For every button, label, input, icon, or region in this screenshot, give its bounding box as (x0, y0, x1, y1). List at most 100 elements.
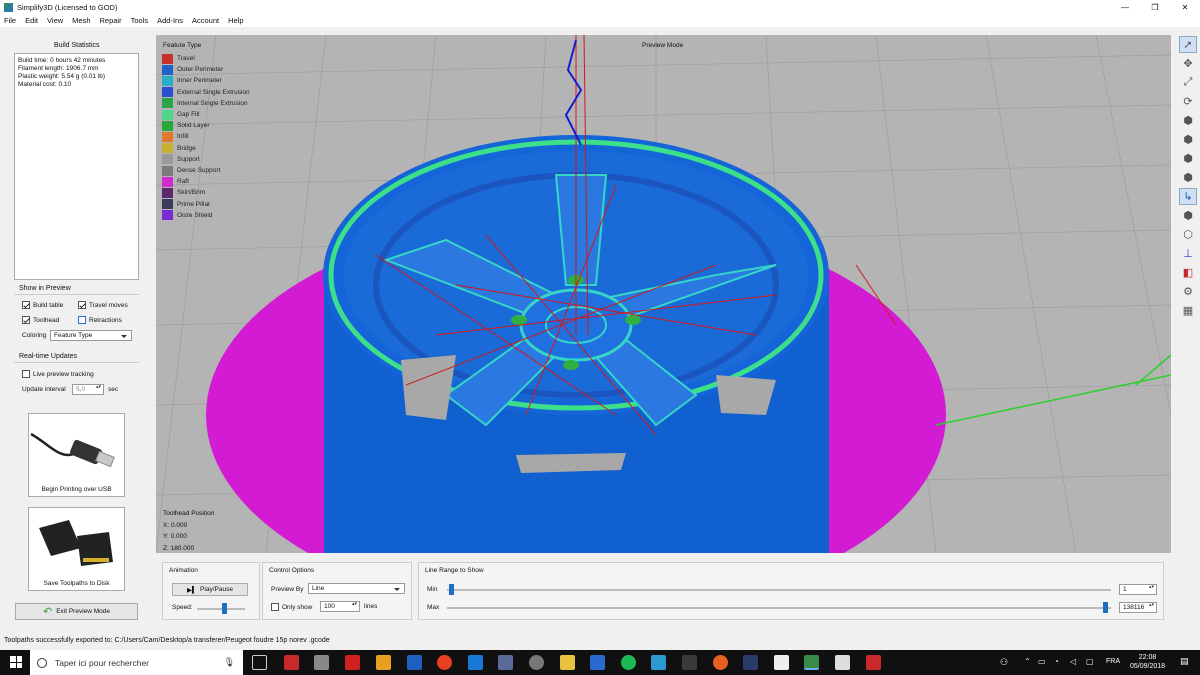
min-slider[interactable] (447, 589, 1111, 591)
battery-icon[interactable]: ▭ (1038, 657, 1046, 666)
store-icon[interactable] (590, 655, 605, 670)
mail-icon[interactable] (774, 655, 789, 670)
bottom-view-icon[interactable]: ⬢ (1179, 207, 1197, 224)
legend-item: Dense Support (162, 165, 250, 176)
simplify3d-taskbar-icon[interactable] (804, 655, 819, 670)
app-gray-icon[interactable] (314, 655, 329, 670)
task-view-icon[interactable] (252, 655, 267, 670)
close-button[interactable]: ✕ (1170, 0, 1200, 14)
max-slider-handle[interactable] (1103, 602, 1108, 613)
chrome-icon[interactable] (437, 655, 452, 670)
view-iso-icon[interactable]: ⬢ (1179, 112, 1197, 129)
layers-icon[interactable]: ▦ (1179, 302, 1197, 319)
app-3d-icon[interactable] (498, 655, 513, 670)
save-toolpaths-label: Save Toolpaths to Disk (43, 580, 110, 587)
retractions-checkbox[interactable]: Retractions (78, 316, 122, 324)
select-cursor-icon[interactable]: ➚ (1179, 36, 1197, 53)
menu-view[interactable]: View (47, 16, 63, 25)
maximize-button[interactable]: ❐ (1140, 0, 1170, 14)
volume-icon[interactable]: ◁ (1070, 657, 1076, 666)
menu-help[interactable]: Help (228, 16, 243, 25)
menu-add-ins[interactable]: Add-Ins (157, 16, 183, 25)
app-n-icon[interactable] (376, 655, 391, 670)
app-photo-icon[interactable] (651, 655, 666, 670)
tray-chevron-icon[interactable]: ⌃ (1024, 657, 1031, 666)
exit-preview-button[interactable]: ↶ Exit Preview Mode (15, 603, 138, 620)
travel-moves-checkbox[interactable]: Travel moves (78, 301, 128, 309)
app-white-icon[interactable] (835, 655, 850, 670)
zoom-icon[interactable]: ⤢ (1179, 74, 1197, 91)
control-options-group: Control Options Preview By Line Only sho… (262, 562, 412, 620)
move-icon[interactable]: ✥ (1179, 55, 1197, 72)
clock-time: 22:08 (1138, 654, 1157, 661)
legend-item: External Single Extrusion (162, 87, 250, 98)
3d-viewport[interactable] (156, 35, 1171, 553)
wireframe-icon[interactable]: ⬡ (1179, 226, 1197, 243)
interval-input[interactable]: 5,0 (72, 384, 104, 395)
app-c-icon[interactable] (529, 655, 544, 670)
axis-z-icon[interactable]: ⊥ (1179, 245, 1197, 262)
speed-label: Speed: (172, 604, 193, 611)
only-show-checkbox[interactable]: Only show (271, 603, 312, 611)
menu-edit[interactable]: Edit (25, 16, 38, 25)
menu-tools[interactable]: Tools (131, 16, 149, 25)
cross-section-icon[interactable]: ◧ (1179, 264, 1197, 281)
legend-item: Outer Perimeter (162, 64, 250, 75)
firefox-icon[interactable] (713, 655, 728, 670)
preview-by-select[interactable]: Line (308, 583, 405, 594)
line-range-group: Line Range to Show Min 1 Max 138116 (418, 562, 1164, 620)
app-red-icon[interactable] (284, 655, 299, 670)
windows-start-icon[interactable] (10, 656, 22, 668)
menu-mesh[interactable]: Mesh (72, 16, 90, 25)
view-top-icon[interactable]: ⬢ (1179, 169, 1197, 186)
sd-card-icon (39, 520, 113, 566)
clock[interactable]: 22:08 05/09/2018 (1130, 653, 1165, 671)
max-slider[interactable] (447, 607, 1111, 609)
axes-icon[interactable]: ↳ (1179, 188, 1197, 205)
menu-file[interactable]: File (4, 16, 16, 25)
view-front-icon[interactable]: ⬢ (1179, 131, 1197, 148)
people-icon[interactable]: ⚇ (1000, 657, 1008, 668)
legend-item: Support (162, 154, 250, 165)
coloring-select[interactable]: Feature Type (50, 330, 132, 341)
toolhead-checkbox[interactable]: Toolhead (22, 316, 59, 324)
save-toolpaths-button[interactable]: Save Toolpaths to Disk (28, 507, 125, 591)
rotate-icon[interactable]: ⟳ (1179, 93, 1197, 110)
speed-slider-handle[interactable] (222, 603, 227, 614)
app-icon (4, 2, 13, 12)
language-indicator[interactable]: FRA (1106, 658, 1120, 665)
menu-repair[interactable]: Repair (100, 16, 122, 25)
coloring-label: Coloring (22, 332, 47, 339)
usb-print-button[interactable]: Begin Printing over USB (28, 413, 125, 497)
app-red2-icon[interactable] (866, 655, 881, 670)
legend-item: Solid Layer (162, 120, 250, 131)
view-side-icon[interactable]: ⬢ (1179, 150, 1197, 167)
settings-gear-icon[interactable]: ⚙ (1179, 283, 1197, 300)
app-red-square-icon[interactable] (345, 655, 360, 670)
only-show-input[interactable]: 100 (320, 601, 360, 612)
network-icon[interactable]: ◔ (1054, 657, 1059, 666)
taskbar-search[interactable]: Taper ici pour rechercher 🎙 (30, 650, 243, 675)
spotify-icon[interactable] (621, 655, 636, 670)
exit-preview-label: Exit Preview Mode (56, 608, 111, 615)
file-explorer-icon[interactable] (560, 655, 575, 670)
app-dark-icon[interactable] (682, 655, 697, 670)
min-slider-handle[interactable] (449, 584, 454, 595)
notification-tray-icon[interactable]: ▢ (1086, 657, 1094, 666)
speed-slider[interactable] (197, 608, 245, 610)
realtime-header: Real-time Updates (19, 353, 77, 360)
edge-icon[interactable] (468, 655, 483, 670)
min-input[interactable]: 1 (1119, 584, 1157, 595)
legend-item: Inner Perimeter (162, 75, 250, 86)
play-pause-button[interactable]: ▶▍ Play/Pause (172, 583, 248, 596)
build-table-checkbox[interactable]: Build table (22, 301, 63, 309)
app-navy-icon[interactable] (743, 655, 758, 670)
max-input[interactable]: 138116 (1119, 602, 1157, 613)
toolhead-title: Toolhead Position (163, 510, 215, 517)
menu-account[interactable]: Account (192, 16, 219, 25)
minimize-button[interactable]: — (1110, 0, 1140, 14)
action-center-icon[interactable]: ▤ (1180, 656, 1189, 667)
app-blue-icon[interactable] (407, 655, 422, 670)
toolhead-position: Toolhead Position X: 0.000 Y: 0.000 Z: 1… (163, 508, 214, 554)
live-preview-checkbox[interactable]: Live preview tracking (22, 370, 94, 378)
